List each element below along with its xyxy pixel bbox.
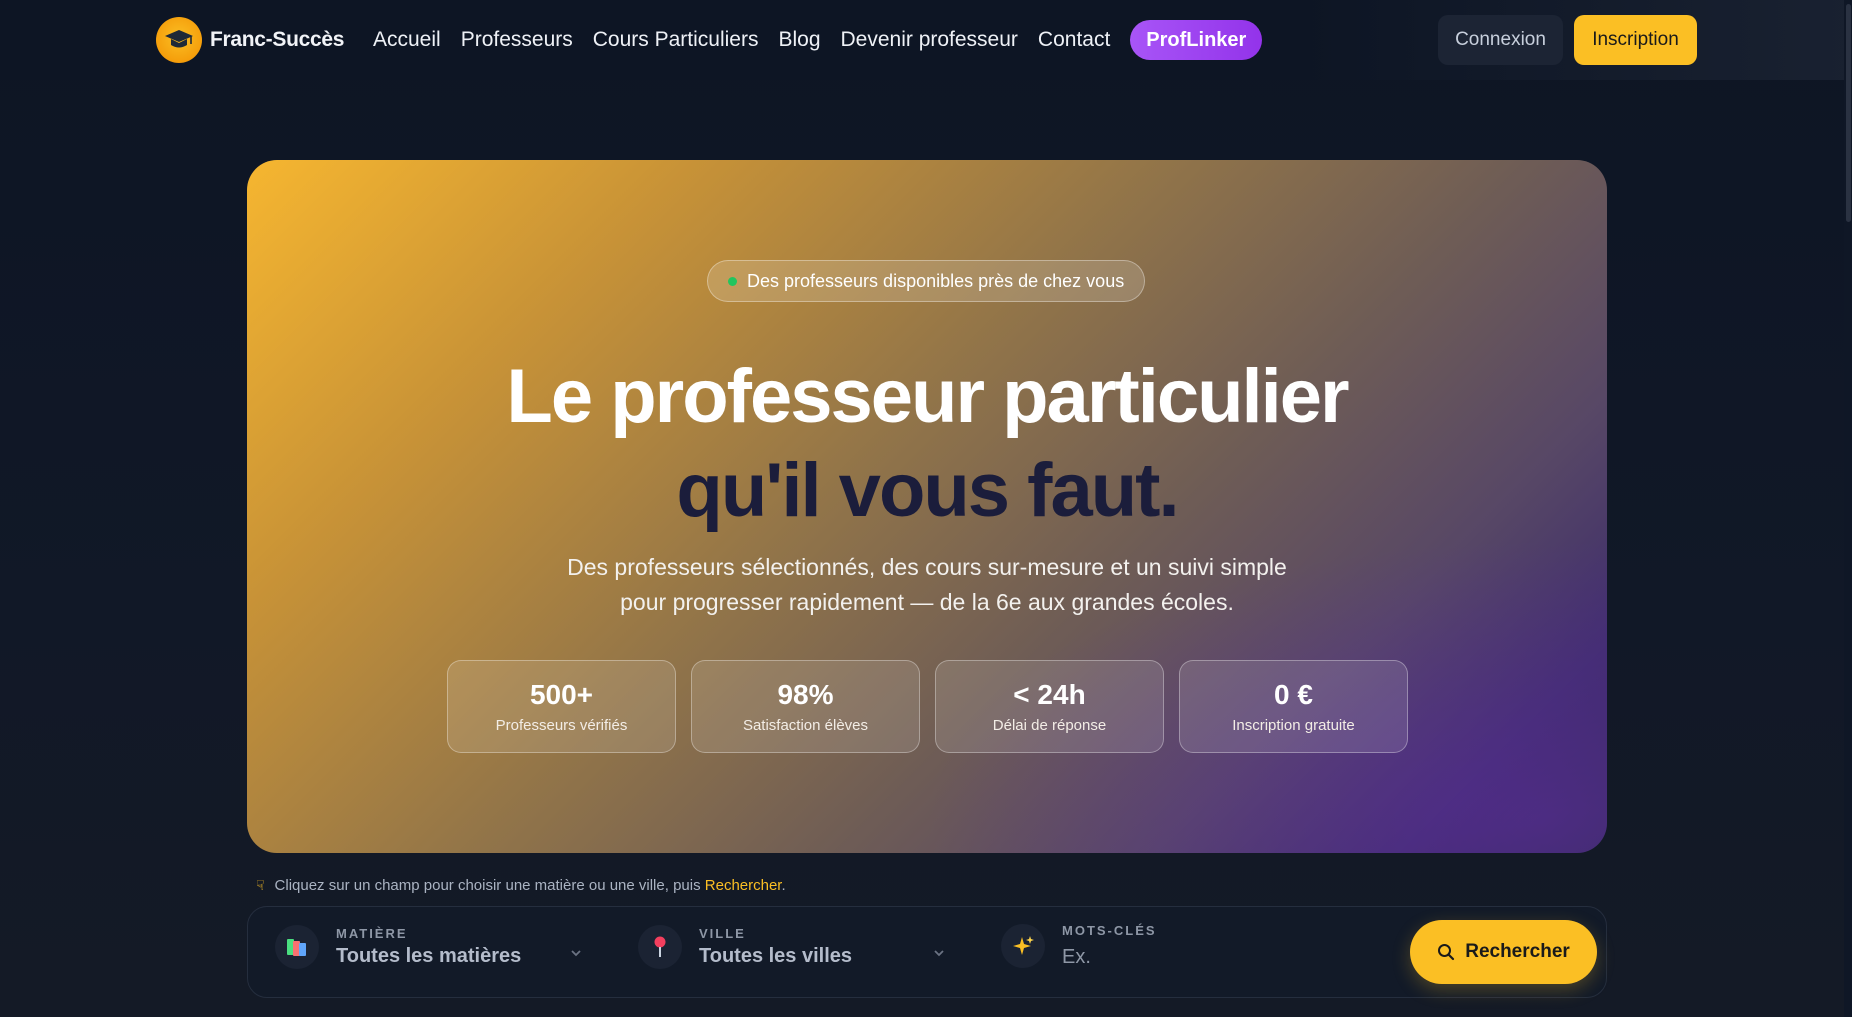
- stat-label: Inscription gratuite: [1232, 717, 1355, 734]
- nav-link-devenir-professeur[interactable]: Devenir professeur: [841, 28, 1018, 52]
- stat-label: Professeurs vérifiés: [495, 717, 628, 734]
- subject-select[interactable]: MATIÈRE Toutes les matières: [275, 925, 521, 969]
- subject-value[interactable]: Toutes les matières: [336, 945, 521, 968]
- signup-button[interactable]: Inscription: [1574, 15, 1697, 65]
- pointing-hand-icon: ☟: [256, 877, 265, 893]
- city-select[interactable]: VILLE Toutes les villes: [638, 925, 852, 969]
- top-navbar: Franc-Succès Accueil Professeurs Cours P…: [0, 0, 1852, 80]
- logo-text: Franc-Succès: [210, 28, 345, 51]
- stat-value: < 24h: [1013, 679, 1086, 710]
- nav-link-blog[interactable]: Blog: [778, 28, 820, 52]
- nav-links: Accueil Professeurs Cours Particuliers B…: [373, 20, 1263, 60]
- hero-section: Des professeurs disponibles près de chez…: [247, 160, 1607, 853]
- hint-search-link[interactable]: Rechercher: [705, 877, 782, 894]
- hero-subtitle-line1: Des professeurs sélectionnés, des cours …: [567, 554, 1287, 580]
- stat-value: 500+: [529, 679, 594, 710]
- hero-title-line1: Le professeur particulier: [506, 354, 1349, 439]
- search-button[interactable]: Rechercher: [1410, 920, 1597, 984]
- keywords-label: MOTS-CLÉS: [1062, 923, 1157, 938]
- nav-link-accueil[interactable]: Accueil: [373, 28, 441, 52]
- search-bar: MATIÈRE Toutes les matières VILLE Toutes…: [247, 906, 1607, 998]
- city-label: VILLE: [699, 926, 746, 941]
- stat-card: 500+ Professeurs vérifiés: [447, 660, 676, 753]
- chevron-down-icon[interactable]: [570, 947, 582, 959]
- hero-title: Le professeur particulier qu'il vous fau…: [247, 350, 1607, 538]
- badge-text: Des professeurs disponibles près de chez…: [747, 270, 1125, 291]
- graduation-cap-icon: [156, 17, 202, 63]
- stats-row: 500+ Professeurs vérifiés 98% Satisfacti…: [447, 660, 1408, 753]
- logo[interactable]: Franc-Succès: [156, 17, 344, 63]
- hero-title-line2: qu'il vous faut.: [676, 448, 1179, 533]
- nav-link-contact[interactable]: Contact: [1038, 28, 1110, 52]
- subject-label: MATIÈRE: [336, 926, 408, 941]
- availability-badge: Des professeurs disponibles près de chez…: [707, 260, 1146, 302]
- stat-card: < 24h Délai de réponse: [935, 660, 1164, 753]
- nav-link-proflinker[interactable]: ProfLinker: [1130, 20, 1263, 60]
- search-button-label: Rechercher: [1465, 941, 1570, 962]
- city-value[interactable]: Toutes les villes: [699, 945, 852, 968]
- status-dot-icon: [728, 276, 737, 286]
- nav-link-cours-particuliers[interactable]: Cours Particuliers: [593, 28, 759, 52]
- stat-label: Délai de réponse: [992, 717, 1107, 734]
- stat-value: 0 €: [1274, 679, 1313, 710]
- search-icon: [1438, 944, 1455, 961]
- keywords-input[interactable]: Ex.: [1062, 946, 1157, 969]
- hero-subtitle-line2: pour progresser rapidement — de la 6e au…: [620, 589, 1234, 615]
- scrollbar[interactable]: [1844, 0, 1852, 1017]
- stat-value: 98%: [777, 679, 834, 710]
- stat-card: 0 € Inscription gratuite: [1179, 660, 1408, 753]
- pin-icon: [638, 925, 682, 969]
- login-button[interactable]: Connexion: [1438, 15, 1563, 65]
- sparkles-icon: [1001, 924, 1045, 968]
- scrollbar-thumb[interactable]: [1846, 4, 1851, 222]
- stat-label: Satisfaction élèves: [742, 717, 869, 734]
- books-icon: [275, 925, 319, 969]
- search-hint: ☟ Cliquez sur un champ pour choisir une …: [256, 877, 786, 894]
- nav-link-professeurs[interactable]: Professeurs: [461, 28, 573, 52]
- chevron-down-icon[interactable]: [933, 947, 945, 959]
- hint-text: Cliquez sur un champ pour choisir une ma…: [274, 877, 701, 894]
- stat-card: 98% Satisfaction élèves: [691, 660, 920, 753]
- keywords-field[interactable]: MOTS-CLÉS Ex.: [1001, 923, 1157, 969]
- hero-subtitle: Des professeurs sélectionnés, des cours …: [527, 550, 1327, 620]
